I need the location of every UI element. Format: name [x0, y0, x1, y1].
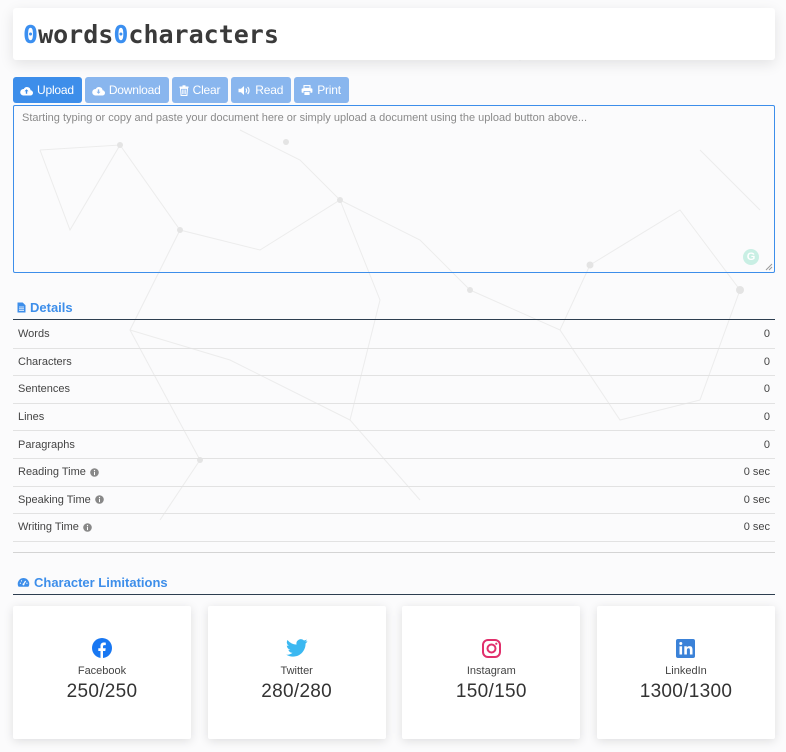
word-character-counter: 0 words 0 characters	[13, 8, 775, 60]
row-value: 0	[763, 355, 770, 368]
trash-icon	[179, 84, 189, 96]
table-row: Characters 0	[13, 349, 775, 377]
details-table: Words 0 Characters 0 Sentences 0 Lines 0…	[13, 321, 775, 542]
row-value: 0	[763, 328, 770, 341]
gauge-icon	[17, 577, 30, 589]
platform-name: Instagram	[466, 665, 516, 677]
table-row: Reading Time 0 sec	[13, 459, 775, 487]
volume-icon	[238, 85, 251, 96]
row-label: Words	[18, 328, 50, 341]
upload-label: Upload	[37, 83, 74, 97]
print-label: Print	[317, 83, 341, 97]
read-label: Read	[255, 83, 284, 97]
twitter-icon	[285, 638, 308, 658]
characters-count: 0	[113, 19, 129, 49]
upload-button[interactable]: Upload	[13, 77, 82, 103]
info-icon[interactable]	[83, 523, 92, 532]
info-icon[interactable]	[90, 467, 99, 477]
words-label: words	[38, 19, 114, 49]
row-label-text: Speaking Time	[18, 493, 91, 506]
row-label: Speaking Time	[18, 494, 104, 506]
row-label: Paragraphs	[18, 438, 75, 451]
cloud-upload-icon	[20, 85, 33, 96]
row-label: Characters	[18, 355, 72, 368]
characters-label: characters	[128, 19, 279, 49]
table-row: Writing Time 0 sec	[13, 514, 775, 542]
row-label-text: Reading Time	[18, 466, 86, 479]
row-value: 0 sec	[743, 493, 770, 506]
row-label: Lines	[18, 411, 45, 424]
read-aloud-button[interactable]: Read	[231, 77, 292, 103]
platform-name: LinkedIn	[665, 665, 707, 677]
section-divider	[13, 552, 775, 553]
row-value: 0	[763, 438, 770, 451]
table-row: Words 0	[13, 321, 775, 349]
info-icon[interactable]	[94, 495, 104, 505]
platform-name: Facebook	[77, 665, 127, 677]
download-button[interactable]: Download	[84, 77, 169, 103]
row-label-text: Writing Time	[18, 521, 79, 534]
details-title: Details	[30, 300, 73, 315]
character-limit-value: 250/250	[66, 681, 138, 702]
instagram-limit-card: Instagram 150/150	[402, 606, 581, 739]
row-label: Writing Time	[18, 521, 92, 533]
row-label: Sentences	[18, 383, 70, 396]
cloud-download-icon	[92, 85, 105, 96]
editor-toolbar: Upload Download Clear Read Print	[13, 77, 349, 103]
words-count: 0	[23, 19, 39, 49]
row-value: 0	[763, 383, 770, 396]
table-row: Lines 0	[13, 404, 775, 432]
linkedin-limit-card: LinkedIn 1300/1300	[596, 606, 775, 739]
grammarly-icon[interactable]: G	[743, 249, 759, 265]
facebook-icon	[92, 638, 112, 658]
twitter-limit-card: Twitter 280/280	[207, 606, 386, 739]
facebook-limit-card: Facebook 250/250	[13, 606, 191, 739]
table-row: Speaking Time 0 sec	[13, 487, 775, 515]
document-text-editor[interactable]	[13, 105, 775, 273]
character-limit-value: 150/150	[455, 681, 527, 702]
clear-label: Clear	[192, 83, 221, 97]
printer-icon	[301, 84, 313, 96]
document-icon	[17, 302, 26, 313]
character-limitations-title: Character Limitations	[34, 575, 168, 590]
row-value: 0 sec	[743, 466, 770, 479]
resize-handle-icon[interactable]	[764, 262, 773, 271]
row-value: 0 sec	[743, 521, 770, 534]
clear-button[interactable]: Clear	[171, 77, 229, 103]
character-limitations-heading: Character Limitations	[13, 571, 775, 595]
row-label: Reading Time	[18, 466, 99, 478]
character-limit-value: 1300/1300	[639, 681, 733, 702]
instagram-icon	[481, 638, 501, 658]
download-label: Download	[108, 83, 161, 97]
character-limit-value: 280/280	[261, 681, 333, 702]
table-row: Paragraphs 0	[13, 431, 775, 459]
linkedin-icon	[676, 638, 696, 658]
table-row: Sentences 0	[13, 376, 775, 404]
platform-name: Twitter	[280, 665, 313, 677]
print-button[interactable]: Print	[294, 77, 349, 103]
platform-limit-cards: Facebook 250/250 Twitter 280/280 Instagr…	[13, 606, 775, 739]
details-heading: Details	[13, 296, 775, 320]
row-value: 0	[763, 411, 770, 424]
